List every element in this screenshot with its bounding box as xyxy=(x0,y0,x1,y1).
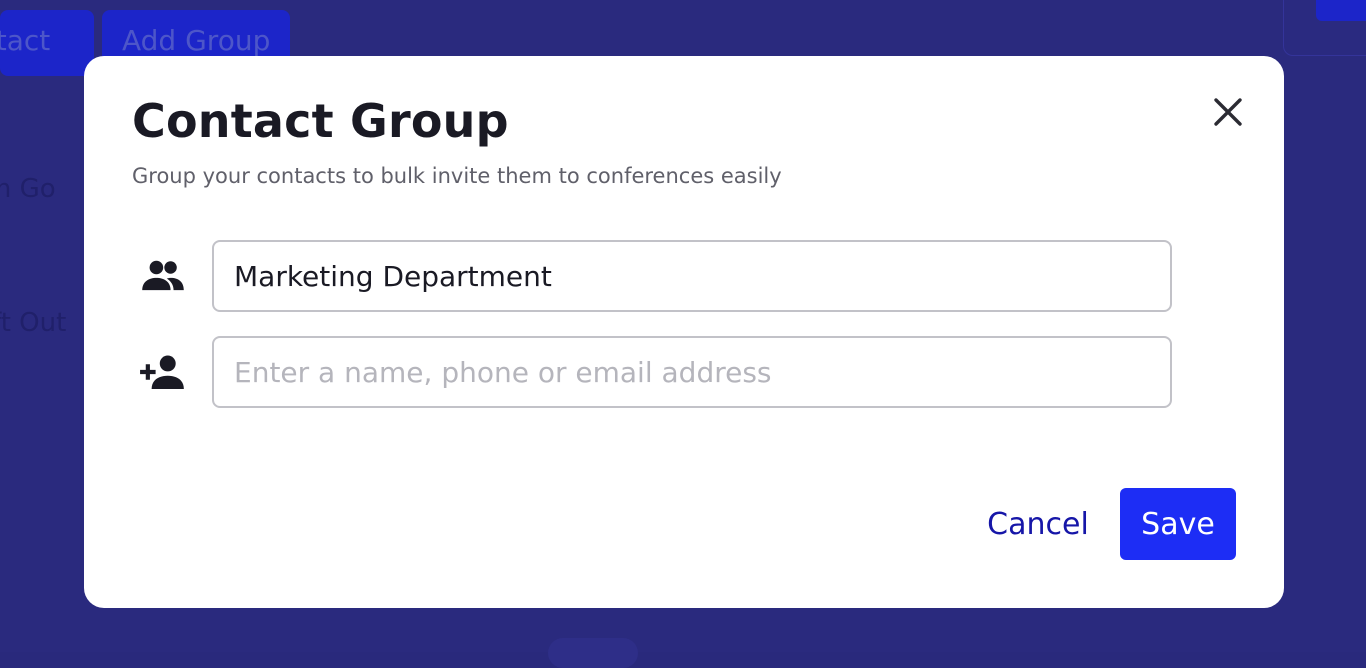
add-group-button-label: Add Group xyxy=(122,24,271,57)
background-card-button[interactable] xyxy=(1316,0,1366,21)
dialog-subtitle: Group your contacts to bulk invite them … xyxy=(132,164,782,188)
close-icon xyxy=(1214,98,1242,126)
add-contact-button[interactable]: ntact xyxy=(0,10,94,76)
add-member-row xyxy=(132,336,1172,408)
contact-group-dialog: Contact Group Group your contacts to bul… xyxy=(84,56,1284,608)
background-text-signout: ft Out xyxy=(0,308,67,338)
close-button[interactable] xyxy=(1208,92,1248,132)
cancel-button[interactable]: Cancel xyxy=(972,488,1104,560)
background-pill xyxy=(548,638,638,668)
person-add-icon xyxy=(138,352,188,392)
group-icon xyxy=(138,256,188,296)
save-button[interactable]: Save xyxy=(1120,488,1236,560)
add-contact-button-label: ntact xyxy=(0,24,51,57)
add-member-input[interactable] xyxy=(212,336,1172,408)
background-text-import: rom Go xyxy=(0,174,56,204)
dialog-title: Contact Group xyxy=(132,94,509,148)
group-name-row xyxy=(132,240,1172,312)
group-name-input[interactable] xyxy=(212,240,1172,312)
